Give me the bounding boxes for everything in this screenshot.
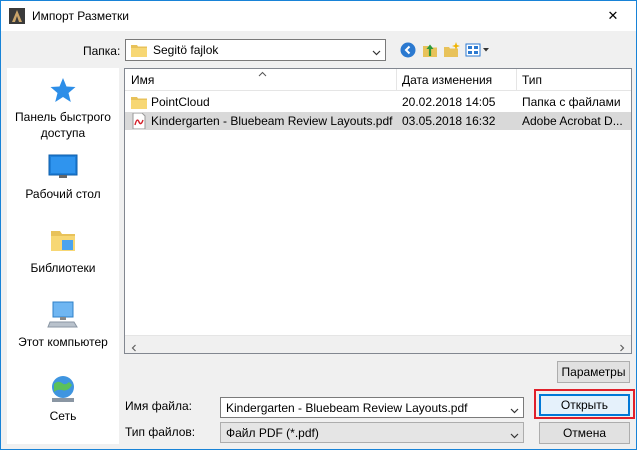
sort-ascending-icon bbox=[258, 66, 267, 77]
column-header-date[interactable]: Дата изменения bbox=[402, 73, 492, 87]
column-separator[interactable] bbox=[396, 69, 397, 91]
place-label: Библиотеки bbox=[30, 261, 96, 275]
filename-label: Имя файла: bbox=[125, 399, 192, 413]
back-icon[interactable] bbox=[399, 41, 417, 59]
file-date: 03.05.2018 16:32 bbox=[402, 114, 496, 128]
chevron-down-icon bbox=[372, 46, 381, 56]
view-menu-icon[interactable] bbox=[465, 41, 491, 59]
filetype-label: Тип файлов: bbox=[125, 425, 196, 439]
import-markup-dialog: Импорт Разметки ✕ Папка: Segitö fajlok П… bbox=[0, 0, 637, 450]
filename-value: Kindergarten - Bluebeam Review Layouts.p… bbox=[226, 401, 468, 415]
horizontal-scrollbar[interactable] bbox=[125, 335, 631, 353]
folder-label: Папка: bbox=[83, 44, 121, 58]
chevron-down-icon bbox=[510, 429, 519, 439]
file-row[interactable]: PointCloud 20.02.2018 14:05 Папка с файл… bbox=[125, 93, 631, 111]
place-quick-access[interactable]: Панель быстрого доступа bbox=[7, 76, 119, 141]
open-button[interactable]: Открыть bbox=[539, 394, 630, 416]
places-sidebar: Панель быстрого доступа Рабочий стол Биб… bbox=[7, 68, 119, 444]
new-folder-icon[interactable] bbox=[443, 41, 461, 59]
cancel-button[interactable]: Отмена bbox=[539, 422, 630, 444]
filetype-value: Файл PDF (*.pdf) bbox=[226, 426, 319, 440]
file-list-header: Имя Дата изменения Тип bbox=[125, 69, 631, 91]
desktop-icon bbox=[7, 154, 119, 183]
column-separator[interactable] bbox=[516, 69, 517, 91]
folder-icon bbox=[131, 43, 147, 57]
folder-navigation-toolbar bbox=[399, 41, 491, 59]
file-date: 20.02.2018 14:05 bbox=[402, 95, 496, 109]
place-label: Сеть bbox=[49, 409, 77, 423]
file-list[interactable]: Имя Дата изменения Тип PointCloud 20.02.… bbox=[124, 68, 632, 354]
app-icon bbox=[9, 8, 25, 24]
file-type: Adobe Acrobat D... bbox=[522, 114, 623, 128]
folder-dropdown[interactable]: Segitö fajlok bbox=[125, 39, 386, 61]
up-folder-icon[interactable] bbox=[421, 41, 439, 59]
place-label: Панель быстрого доступа bbox=[15, 110, 111, 140]
parameters-button[interactable]: Параметры bbox=[557, 361, 630, 383]
place-label: Рабочий стол bbox=[25, 187, 101, 201]
place-label: Этот компьютер bbox=[18, 335, 108, 349]
place-this-pc[interactable]: Этот компьютер bbox=[7, 300, 119, 349]
file-name: Kindergarten - Bluebeam Review Layouts.p… bbox=[151, 114, 393, 128]
computer-icon bbox=[7, 300, 119, 333]
place-libraries[interactable]: Библиотеки bbox=[7, 226, 119, 275]
quick-access-star-icon bbox=[7, 76, 119, 107]
file-type: Папка с файлами bbox=[522, 95, 621, 109]
network-icon bbox=[7, 374, 119, 407]
column-header-type[interactable]: Тип bbox=[522, 73, 542, 87]
window-title: Импорт Разметки bbox=[32, 9, 129, 23]
filename-input[interactable]: Kindergarten - Bluebeam Review Layouts.p… bbox=[220, 397, 524, 418]
libraries-icon bbox=[7, 226, 119, 257]
close-icon: ✕ bbox=[607, 8, 619, 23]
filetype-dropdown[interactable]: Файл PDF (*.pdf) bbox=[220, 422, 524, 443]
column-header-name[interactable]: Имя bbox=[131, 73, 154, 87]
scroll-left-icon[interactable] bbox=[130, 341, 138, 352]
title-bar[interactable]: Импорт Разметки ✕ bbox=[1, 1, 636, 31]
chevron-down-icon[interactable] bbox=[510, 404, 519, 414]
file-name: PointCloud bbox=[151, 95, 210, 109]
close-button[interactable]: ✕ bbox=[590, 1, 636, 31]
pdf-file-icon bbox=[131, 112, 147, 130]
folder-value: Segitö fajlok bbox=[153, 43, 219, 57]
place-network[interactable]: Сеть bbox=[7, 374, 119, 423]
place-desktop[interactable]: Рабочий стол bbox=[7, 154, 119, 201]
scroll-right-icon[interactable] bbox=[618, 341, 626, 352]
file-row-selected[interactable]: Kindergarten - Bluebeam Review Layouts.p… bbox=[125, 112, 631, 130]
folder-icon bbox=[131, 94, 147, 110]
